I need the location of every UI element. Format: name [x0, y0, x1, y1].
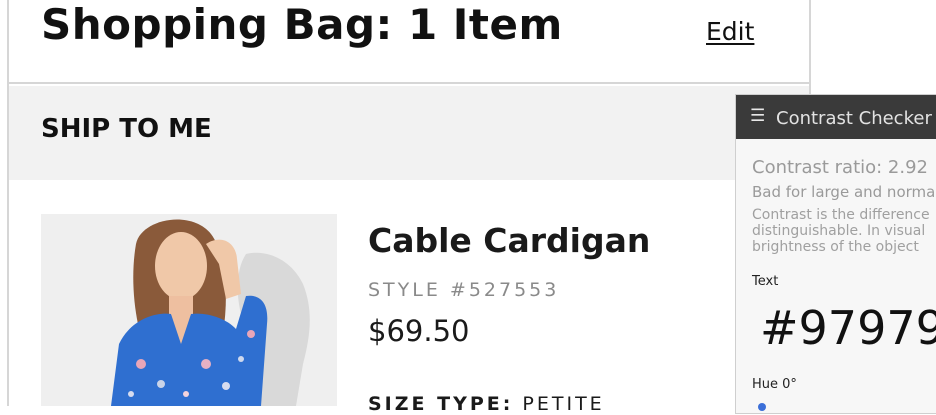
description-line: Contrast is the difference — [752, 207, 930, 223]
contrast-checker-title: Contrast Checker — [776, 108, 932, 129]
product-image[interactable] — [41, 214, 337, 406]
description-line: brightness of the object — [752, 239, 919, 255]
hue-slider-handle[interactable] — [758, 403, 766, 411]
edit-link[interactable]: Edit — [706, 17, 754, 46]
product-name[interactable]: Cable Cardigan — [368, 221, 650, 260]
contrast-checker-panel: ☰ Contrast Checker Contrast ratio: 2.92 … — [735, 94, 936, 414]
menu-icon[interactable]: ☰ — [750, 106, 765, 126]
bag-header: Shopping Bag: 1 Item Edit — [9, 0, 809, 84]
contrast-checker-header[interactable]: ☰ Contrast Checker — [736, 95, 936, 139]
ship-to-me-title: SHIP TO ME — [41, 114, 212, 144]
hue-label: Hue 0° — [752, 377, 797, 392]
description-line: distinguishable. In visual — [752, 223, 926, 239]
text-color-hex-input[interactable]: #97979 — [760, 301, 936, 355]
bag-title: Shopping Bag: 1 Item — [41, 0, 563, 49]
shopping-bag-card: Shopping Bag: 1 Item Edit SHIP TO ME Cab… — [7, 0, 811, 415]
size-type-row: SIZE TYPE: PETITE — [368, 393, 605, 415]
size-type-label: SIZE TYPE: — [368, 393, 514, 415]
size-type-value: PETITE — [522, 393, 605, 415]
contrast-verdict: Bad for large and normal — [752, 183, 936, 201]
ship-to-me-section: SHIP TO ME — [9, 86, 809, 180]
product-style-number: STYLE #527553 — [368, 279, 560, 301]
contrast-ratio: Contrast ratio: 2.92 — [752, 157, 929, 178]
product-photo — [41, 214, 337, 406]
text-color-label: Text — [752, 274, 779, 289]
contrast-description: Contrast is the difference distinguishab… — [752, 207, 930, 255]
product-price: $69.50 — [368, 314, 470, 348]
